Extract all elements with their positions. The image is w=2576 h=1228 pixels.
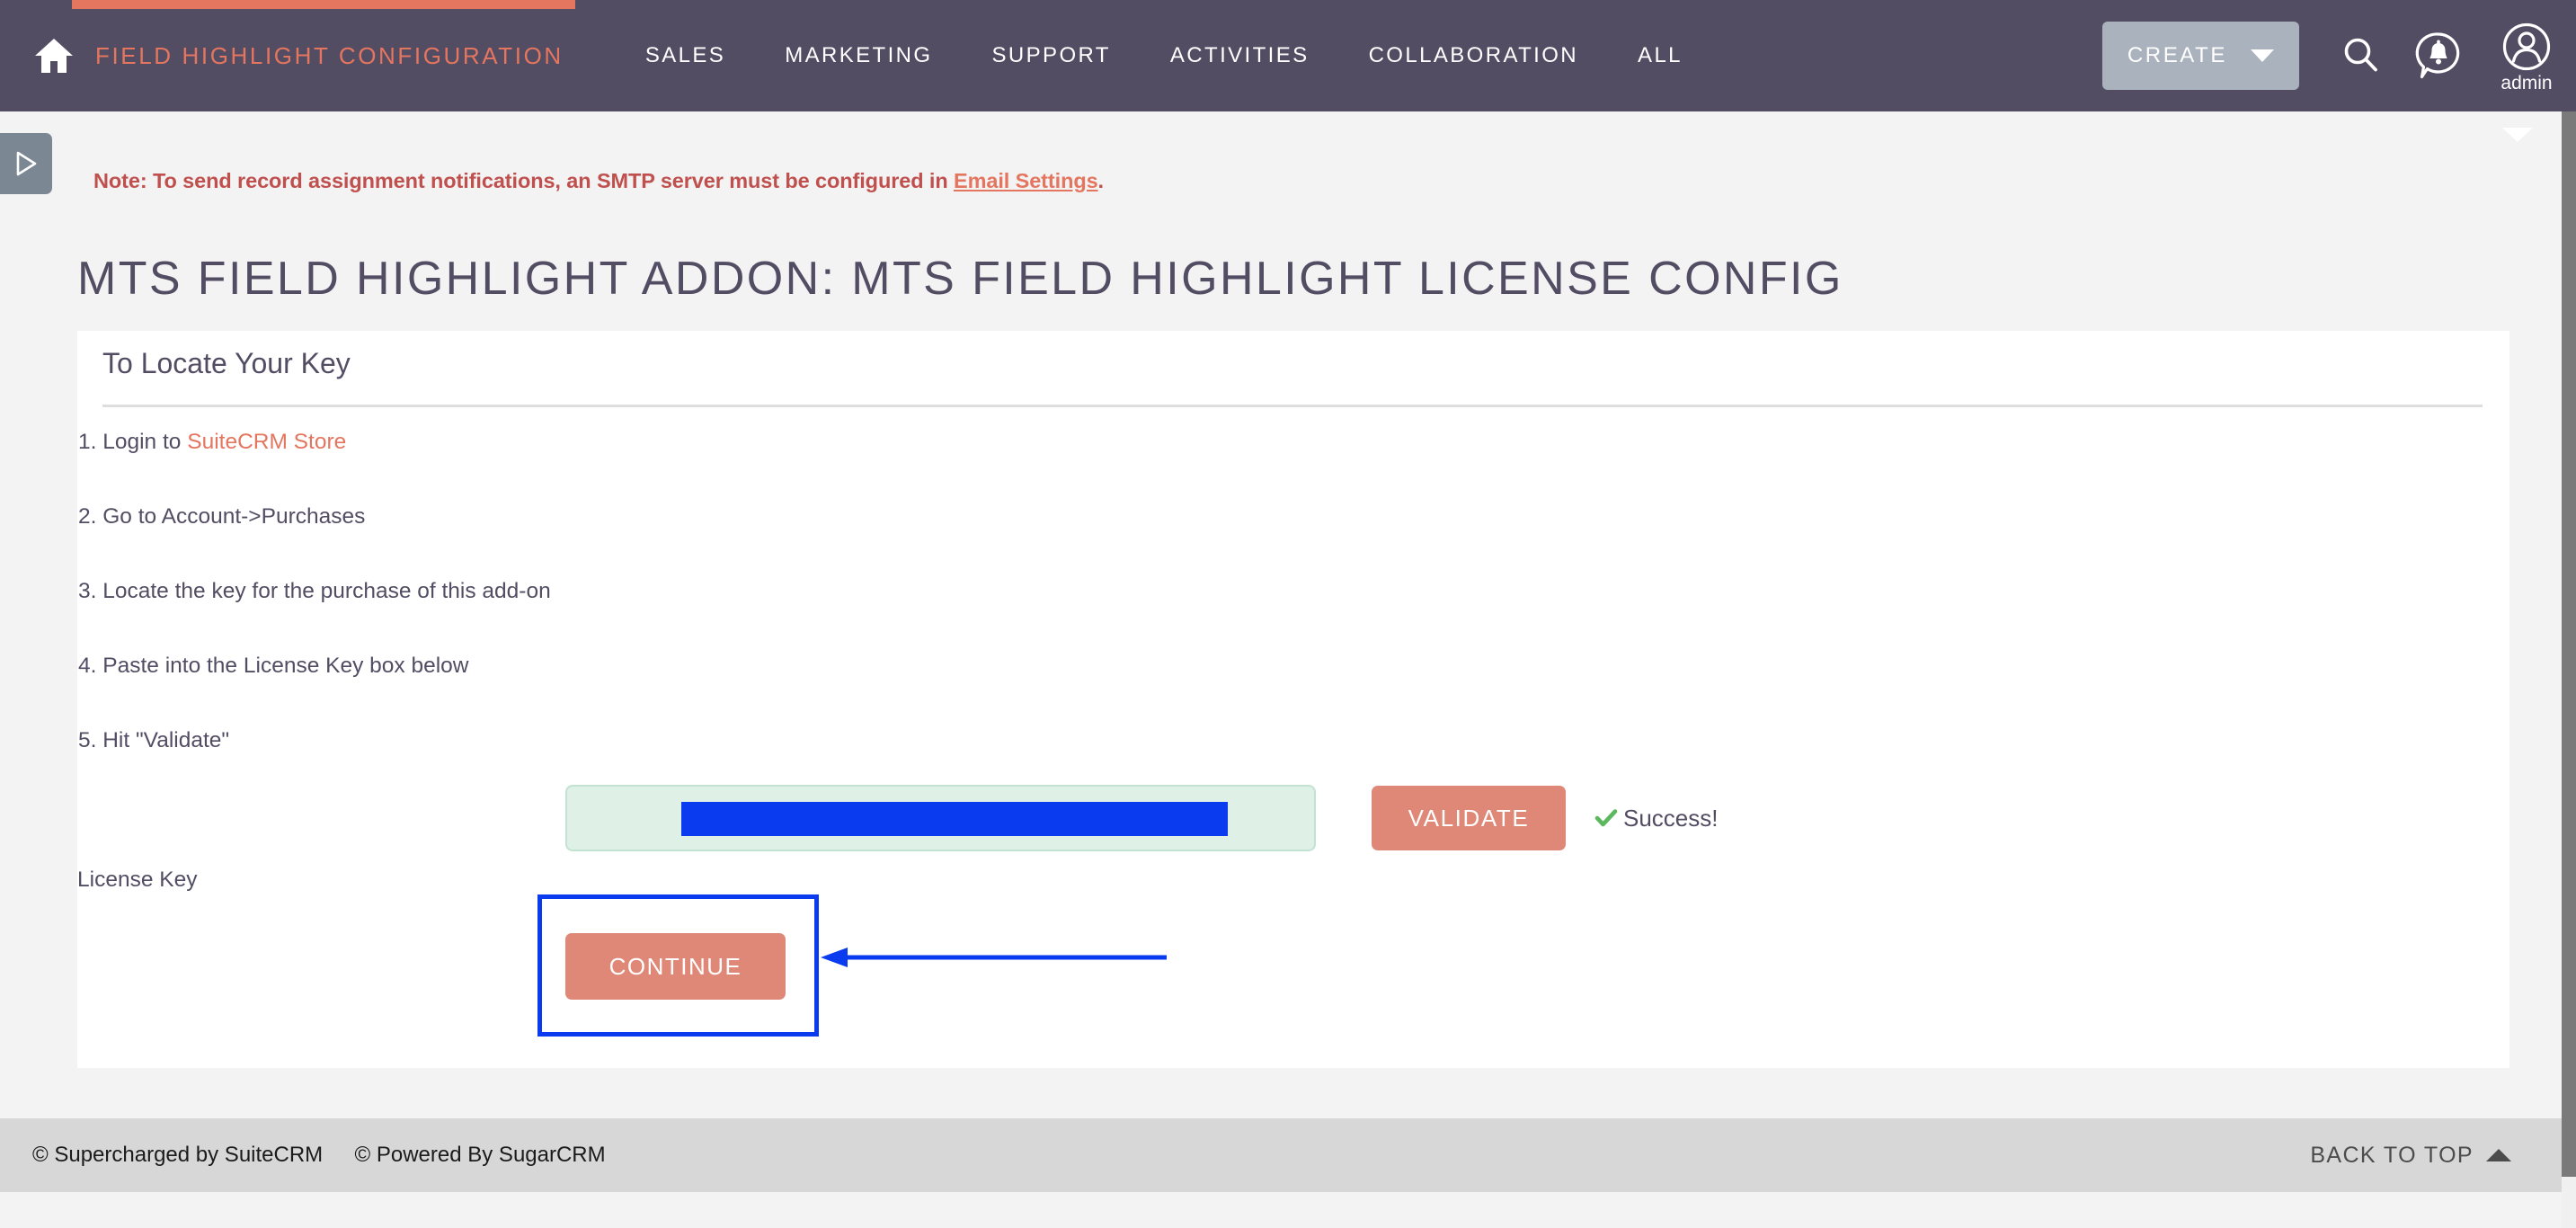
- back-to-top-label: BACK TO TOP: [2310, 1142, 2474, 1168]
- validation-status: Success!: [1594, 805, 1719, 832]
- chevron-down-icon: [2251, 49, 2274, 62]
- list-item: 4. Paste into the License Key box below: [78, 654, 469, 678]
- smtp-notice: Note: To send record assignment notifica…: [93, 169, 1104, 193]
- license-config-panel: To Locate Your Key 1. Login to SuiteCRM …: [77, 331, 2509, 1068]
- user-name-label: admin: [2500, 73, 2553, 93]
- panel-divider: [102, 405, 2483, 407]
- footer-copyright: © Supercharged by SuiteCRM © Powered By …: [32, 1143, 606, 1168]
- notification-bell-icon[interactable]: [2400, 0, 2477, 111]
- play-triangle-right-icon: [16, 151, 37, 176]
- license-key-redacted-value: [681, 802, 1228, 836]
- license-key-label: License Key: [77, 868, 198, 892]
- back-to-top-button[interactable]: BACK TO TOP: [2310, 1143, 2511, 1169]
- page-scrollbar-thumb[interactable]: [2562, 111, 2576, 1177]
- top-navigation-bar: FIELD HIGHLIGHT CONFIGURATION SALES MARK…: [0, 0, 2576, 111]
- list-item: 1. Login to SuiteCRM Store: [78, 430, 551, 455]
- page-root: FIELD HIGHLIGHT CONFIGURATION SALES MARK…: [0, 0, 2576, 1228]
- nav-item-collaboration[interactable]: COLLABORATION: [1339, 43, 1608, 68]
- header-actions: CREATE admin: [2101, 0, 2576, 111]
- list-item: 3. Locate the key for the purchase of th…: [78, 579, 551, 603]
- module-title[interactable]: FIELD HIGHLIGHT CONFIGURATION: [95, 42, 564, 70]
- list-item: 2. Go to Account->Purchases: [78, 504, 366, 529]
- license-key-row: VALIDATE Success!: [565, 785, 1719, 851]
- step-1-text: 1. Login to: [78, 430, 188, 454]
- nav-item-marketing[interactable]: MARKETING: [755, 43, 962, 68]
- instruction-list: 1. Login to SuiteCRM Store 2. Go to Acco…: [78, 430, 551, 803]
- smtp-notice-text: Note: To send record assignment notifica…: [93, 169, 955, 192]
- footer-suitecrm-copy: © Supercharged by SuiteCRM: [32, 1143, 324, 1167]
- nav-item-support[interactable]: SUPPORT: [962, 43, 1140, 68]
- nav-item-all[interactable]: ALL: [1608, 43, 1712, 68]
- panel-header-title: To Locate Your Key: [102, 347, 351, 379]
- license-key-input[interactable]: [565, 785, 1316, 851]
- suitecrm-store-link[interactable]: SuiteCRM Store: [187, 430, 346, 454]
- page-footer: © Supercharged by SuiteCRM © Powered By …: [0, 1118, 2562, 1192]
- create-button[interactable]: CREATE: [2101, 22, 2299, 90]
- smtp-notice-period: .: [1097, 169, 1105, 192]
- email-settings-link[interactable]: Email Settings: [954, 169, 1098, 192]
- list-item: 5. Hit "Validate": [78, 728, 230, 752]
- nav-list: SALES MARKETING SUPPORT ACTIVITIES COLLA…: [616, 43, 1712, 68]
- create-button-label: CREATE: [2127, 43, 2227, 67]
- user-avatar-icon: [2502, 22, 2551, 71]
- top-accent-bar: [72, 0, 575, 9]
- user-menu[interactable]: admin: [2477, 0, 2576, 111]
- nav-item-activities[interactable]: ACTIVITIES: [1141, 43, 1339, 68]
- nav-item-sales[interactable]: SALES: [616, 43, 755, 68]
- success-label: Success!: [1623, 804, 1719, 832]
- continue-button[interactable]: CONTINUE: [565, 933, 786, 1000]
- validate-button[interactable]: VALIDATE: [1372, 786, 1566, 850]
- check-mark-icon: [1594, 806, 1618, 830]
- sidebar-expand-toggle[interactable]: [0, 133, 52, 194]
- chevron-up-icon: [2486, 1149, 2511, 1161]
- home-icon[interactable]: [13, 35, 95, 76]
- panel-collapse-caret-icon[interactable]: [2502, 128, 2533, 142]
- footer-sugarcrm-copy: © Powered By SugarCRM: [354, 1143, 606, 1167]
- page-title: MTS FIELD HIGHLIGHT ADDON: MTS FIELD HIG…: [77, 253, 1843, 305]
- search-icon[interactable]: [2323, 0, 2400, 111]
